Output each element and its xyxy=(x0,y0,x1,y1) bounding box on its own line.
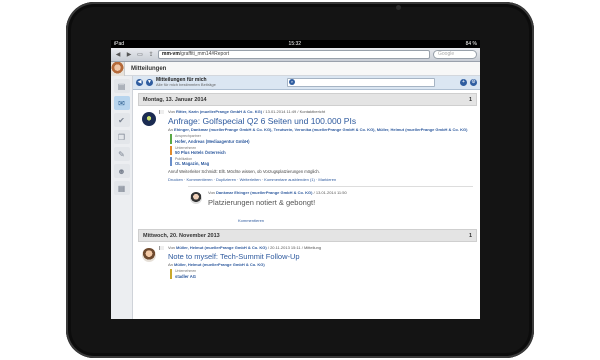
tag-publication: Publikation OL Magazin, Mag xyxy=(170,156,477,167)
notes-icon: ✎ xyxy=(118,149,125,159)
sender-avatar[interactable] xyxy=(142,112,156,126)
date-header: Montag, 13. Januar 2014 1 xyxy=(138,93,477,106)
filter-bar: ◀ ▼ Mitteilungen für mich Alle für mich … xyxy=(133,76,480,90)
comment-link[interactable]: Kommentieren xyxy=(238,218,477,223)
tag-value[interactable]: Hofer, Andreas (Mediaagentur GmbH) xyxy=(175,139,477,144)
tag-value[interactable]: OL Magazin, Mag xyxy=(175,161,477,166)
message-actions[interactable]: Drucken · Kommentieren · Duplizieren · W… xyxy=(168,177,477,182)
main-content: ◀ ▼ Mitteilungen für mich Alle für mich … xyxy=(133,76,480,319)
url-field[interactable]: mm-vm/graffiti_mm14#Report xyxy=(158,50,430,59)
search-icon: ⌕ xyxy=(289,79,295,85)
people-icon: ☻ xyxy=(117,166,126,176)
message-item: Von Müller, Helmut (muellerPrange GmbH &… xyxy=(138,242,477,282)
to-prefix: An xyxy=(168,127,173,132)
sidebar-item-inbox[interactable]: ▤ xyxy=(113,79,130,93)
status-battery: 84 % xyxy=(465,41,477,47)
sender-link[interactable]: Ritter, Karin (muellerPrange GmbH & Co. … xyxy=(176,109,262,114)
recipients-list[interactable]: Ehinger, Dankmar (muellerPrange GmbH & C… xyxy=(174,127,467,132)
message-body: Anruf Weiterleiter Schmidt: Ellt. Möchte… xyxy=(168,169,320,175)
url-path: /graffiti_mm14#Report xyxy=(179,51,230,57)
comment-text: Platzierungen notiert & gebongt! xyxy=(208,198,316,208)
filter-text: Mitteilungen für mich Alle für mich best… xyxy=(156,77,284,88)
tag-contact: Ansprechpartner Hofer, Andreas (Mediaage… xyxy=(170,134,477,144)
recipients-list[interactable]: Müller, Helmut (muellerPrange GmbH & Co.… xyxy=(174,262,265,267)
date-header: Mittwoch, 20. November 2013 1 xyxy=(138,229,477,243)
inbox-icon: ▤ xyxy=(117,81,126,91)
flag-icon[interactable] xyxy=(159,110,164,114)
sidebar-item-documents[interactable]: ❐ xyxy=(113,130,130,144)
message-meta: Von Müller, Helmut (muellerPrange GmbH &… xyxy=(168,245,477,250)
app-header: Mitteilungen xyxy=(111,61,480,76)
date-label: Mittwoch, 20. November 2013 xyxy=(143,232,220,239)
message-item: Von Ritter, Karin (muellerPrange GmbH & … xyxy=(138,106,477,226)
message-meta: Von Ritter, Karin (muellerPrange GmbH & … xyxy=(168,109,477,114)
tag-company: Unternehmen 50 Plus Hotels Österreich xyxy=(170,145,477,155)
message-subject[interactable]: Note to myself: Tech-Summit Follow-Up xyxy=(168,252,477,261)
commenter-link[interactable]: Dankmar Ehinger (muellerPrange GmbH & Co… xyxy=(216,190,312,195)
dropdown-arrow-icon[interactable]: ▼ xyxy=(146,79,153,86)
filter-search-input[interactable]: ⌕ xyxy=(287,78,435,87)
status-time: 15:32 xyxy=(288,41,302,47)
checkmark-icon: ✔ xyxy=(118,115,125,125)
comment-from-prefix: Von xyxy=(208,190,215,196)
add-icon[interactable]: + xyxy=(460,79,467,86)
app: Mitteilungen ▤ ✉ ✔ ❐ ✎ ☻ ▦ ◀ ▼ Mitteilun… xyxy=(111,61,480,319)
message-date-type: / 13.01.2014 11:49 / Kontaktbericht xyxy=(263,109,326,114)
message-date-type: / 20.11.2013 15:11 / Mitteilung xyxy=(267,245,322,251)
browser-search-field[interactable]: Google xyxy=(433,50,477,59)
comment-date: / 13.01.2014 11:50 xyxy=(313,190,347,196)
from-prefix: Von xyxy=(168,245,175,251)
tag-company: Unternehmen stadler AG xyxy=(170,269,477,279)
sidebar-item-notes[interactable]: ✎ xyxy=(113,147,130,161)
recipients: An Ehinger, Dankmar (muellerPrange GmbH … xyxy=(168,127,477,132)
forward-arrow-icon[interactable]: ▶ xyxy=(125,51,133,59)
browser-toolbar: ◀ ▶ ▭ ⇪ mm-vm/graffiti_mm14#Report Googl… xyxy=(111,48,480,62)
share-icon[interactable]: ⇪ xyxy=(147,51,155,59)
status-carrier: iPad xyxy=(114,41,125,47)
tag-value[interactable]: 50 Plus Hotels Österreich xyxy=(175,150,477,155)
camera-icon xyxy=(396,5,401,10)
sender-avatar[interactable] xyxy=(142,248,156,263)
calendar-icon: ▦ xyxy=(117,183,126,193)
date-count: 1 xyxy=(468,96,472,103)
to-prefix: An xyxy=(168,262,173,268)
from-prefix: Von xyxy=(168,109,175,114)
date-label: Montag, 13. Januar 2014 xyxy=(143,96,207,103)
user-avatar[interactable] xyxy=(111,61,125,76)
prev-arrow-icon[interactable]: ◀ xyxy=(136,79,143,86)
sidebar-item-messages[interactable]: ✉ xyxy=(113,96,130,110)
message-subject[interactable]: Anfrage: Golfspecial Q2 6 Seiten und 100… xyxy=(168,116,477,126)
flag-icon[interactable] xyxy=(159,246,164,251)
document-icon: ❐ xyxy=(117,132,126,142)
bookmarks-icon[interactable]: ▭ xyxy=(136,51,144,59)
sidebar-item-calendar[interactable]: ▦ xyxy=(113,181,130,195)
comment-meta: Von Dankmar Ehinger (muellerPrange GmbH … xyxy=(208,190,473,195)
date-count: 1 xyxy=(468,232,472,239)
status-bar: iPad 15:32 84 % xyxy=(111,40,480,48)
tag-value[interactable]: stadler AG xyxy=(175,274,477,279)
sidebar-item-contacts[interactable]: ☻ xyxy=(113,164,130,178)
comment: Von Dankmar Ehinger (muellerPrange GmbH … xyxy=(188,186,473,214)
messages-icon: ✉ xyxy=(118,98,125,108)
filter-subtitle: Alle für mich bestimmten Beiträge xyxy=(156,82,216,88)
settings-icon[interactable]: ⚙ xyxy=(470,79,477,86)
recipients: An Müller, Helmut (muellerPrange GmbH & … xyxy=(168,262,477,267)
back-arrow-icon[interactable]: ◀ xyxy=(114,51,122,59)
sidebar-item-tasks[interactable]: ✔ xyxy=(113,113,130,127)
page-title: Mitteilungen xyxy=(131,65,167,72)
commenter-avatar[interactable] xyxy=(190,192,202,205)
sender-link[interactable]: Müller, Helmut (muellerPrange GmbH & Co.… xyxy=(176,245,267,250)
screen: iPad 15:32 84 % ◀ ▶ ▭ ⇪ mm-vm/graffiti_m… xyxy=(111,40,480,319)
sidebar: ▤ ✉ ✔ ❐ ✎ ☻ ▦ xyxy=(111,76,133,319)
url-host: mm-vm xyxy=(162,51,180,57)
